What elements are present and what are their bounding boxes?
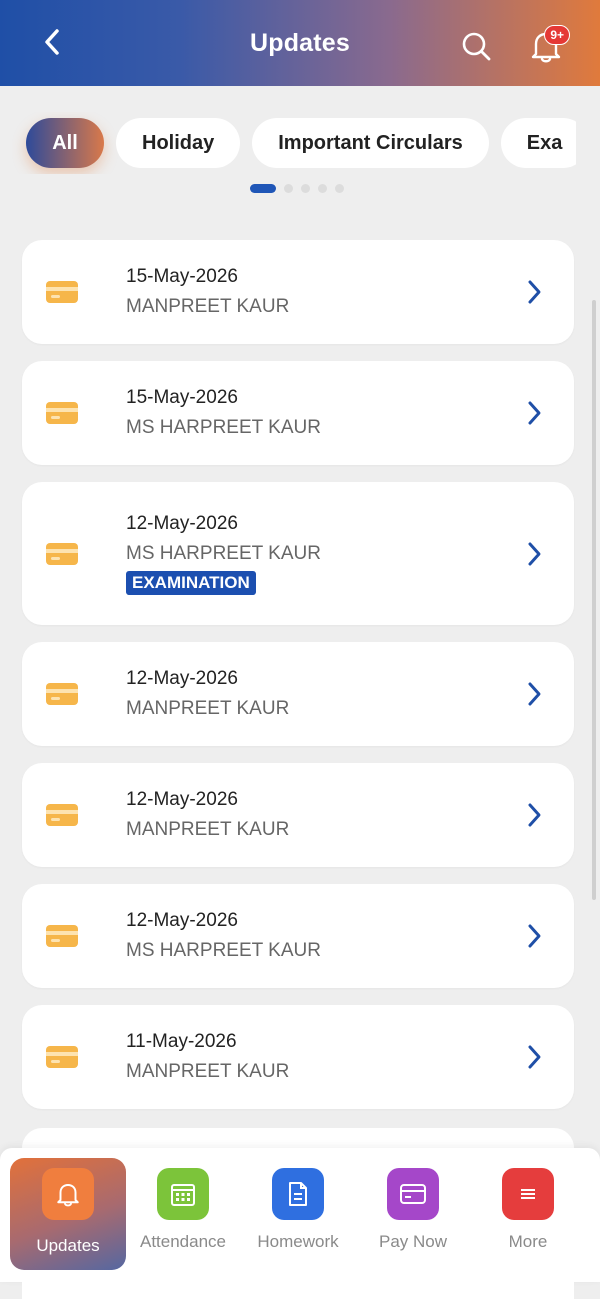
update-date: 15-May-2026 xyxy=(126,387,238,408)
nav-icon-box xyxy=(42,1168,94,1220)
back-button[interactable] xyxy=(32,22,72,62)
card-icon xyxy=(46,683,78,705)
list-item[interactable]: 12-May-2026 MANPREET KAUR xyxy=(22,763,574,867)
card-icon xyxy=(400,1184,426,1204)
page-title: Updates xyxy=(249,28,351,57)
update-author: MS HARPREET KAUR xyxy=(126,940,321,961)
nav-homework[interactable]: Homework xyxy=(240,1148,356,1282)
notifications-button[interactable]: 9+ xyxy=(522,22,570,70)
bottom-navigation: Updates Attendance Homework Pay Now More xyxy=(0,1148,600,1282)
update-date: 15-May-2026 xyxy=(126,266,238,287)
chevron-right-icon xyxy=(528,924,541,948)
card-icon xyxy=(46,402,78,424)
nav-pay-now[interactable]: Pay Now xyxy=(355,1148,471,1282)
updates-list: 15-May-2026 MANPREET KAUR 15-May-2026 MS… xyxy=(22,240,574,1126)
calendar-icon xyxy=(171,1184,195,1206)
search-icon xyxy=(462,32,491,61)
pager-dot xyxy=(250,184,276,193)
nav-label: Homework xyxy=(257,1232,339,1251)
card-icon xyxy=(46,804,78,826)
category-tag: EXAMINATION xyxy=(126,570,256,595)
list-item[interactable]: 12-May-2026 MS HARPREET KAUR xyxy=(22,884,574,988)
pager-dot xyxy=(335,184,344,193)
update-date: 12-May-2026 xyxy=(126,910,238,931)
pager-dot xyxy=(318,184,327,193)
menu-icon xyxy=(521,1189,535,1199)
list-item[interactable]: 15-May-2026 MANPREET KAUR xyxy=(22,240,574,344)
pager-dot xyxy=(284,184,293,193)
chevron-right-icon xyxy=(528,803,541,827)
update-date: 12-May-2026 xyxy=(126,789,238,810)
card-icon xyxy=(46,1046,78,1068)
document-icon xyxy=(289,1182,307,1206)
chevron-right-icon xyxy=(528,682,541,706)
update-author: MS HARPREET KAUR xyxy=(126,542,321,564)
nav-icon-box xyxy=(157,1168,209,1220)
nav-attendance[interactable]: Attendance xyxy=(125,1148,241,1282)
list-item[interactable]: 11-May-2026 MANPREET KAUR xyxy=(22,1005,574,1109)
chevron-right-icon xyxy=(528,280,541,304)
chevron-right-icon xyxy=(528,1045,541,1069)
nav-updates[interactable]: Updates xyxy=(10,1158,126,1270)
bell-icon xyxy=(57,1184,79,1207)
update-author: MANPREET KAUR xyxy=(126,698,290,719)
card-icon xyxy=(46,925,78,947)
list-item-partial xyxy=(22,1282,574,1299)
nav-icon-box xyxy=(387,1168,439,1220)
update-author: MANPREET KAUR xyxy=(126,1061,290,1082)
search-button[interactable] xyxy=(454,24,498,68)
app-header: Updates 9+ xyxy=(0,0,600,86)
list-item[interactable]: 15-May-2026 MS HARPREET KAUR xyxy=(22,361,574,465)
update-date: 11-May-2026 xyxy=(126,1031,237,1052)
pager-dot xyxy=(301,184,310,193)
card-icon xyxy=(46,281,78,303)
list-item[interactable]: 12-May-2026 MS HARPREET KAUR EXAMINATION xyxy=(22,482,574,625)
update-author: MS HARPREET KAUR xyxy=(126,417,321,438)
chevron-right-icon xyxy=(528,542,541,565)
update-author: MANPREET KAUR xyxy=(126,819,290,840)
chip-important-circulars[interactable]: Important Circulars xyxy=(252,118,489,168)
update-author: MANPREET KAUR xyxy=(126,296,290,317)
nav-label: Updates xyxy=(36,1236,100,1255)
nav-label: Pay Now xyxy=(378,1232,448,1251)
nav-more[interactable]: More xyxy=(470,1148,586,1282)
notification-badge: 9+ xyxy=(544,25,570,45)
nav-icon-box xyxy=(502,1168,554,1220)
nav-label: Attendance xyxy=(139,1232,226,1251)
card-icon xyxy=(46,542,78,565)
chip-exam[interactable]: Exa xyxy=(500,118,576,168)
scrollbar[interactable] xyxy=(592,300,596,900)
chip-holiday[interactable]: Holiday xyxy=(116,118,241,168)
chevron-right-icon xyxy=(528,401,541,425)
filter-chips: All Holiday Important Circulars Exa xyxy=(0,112,576,174)
chip-all[interactable]: All xyxy=(26,118,104,168)
list-item[interactable]: 12-May-2026 MANPREET KAUR xyxy=(22,642,574,746)
pager-dots xyxy=(250,184,344,193)
nav-icon-box xyxy=(272,1168,324,1220)
chevron-left-icon xyxy=(45,29,59,55)
nav-label: More xyxy=(508,1232,548,1251)
update-date: 12-May-2026 xyxy=(126,512,238,534)
update-date: 12-May-2026 xyxy=(126,668,238,689)
